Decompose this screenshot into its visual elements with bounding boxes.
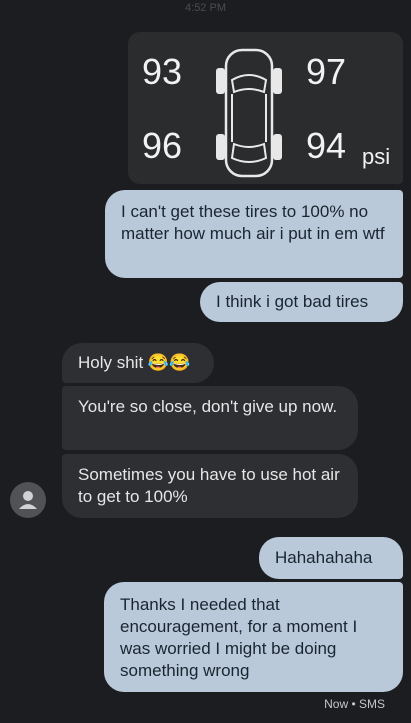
message-bubble-incoming[interactable]: Sometimes you have to use hot air to get…	[62, 454, 358, 518]
message-bubble-outgoing[interactable]: I can't get these tires to 100% no matte…	[105, 190, 403, 278]
message-bubble-incoming[interactable]: You're so close, don't give up now.	[62, 386, 358, 450]
car-topview-icon	[216, 48, 282, 178]
front-left-psi: 93	[142, 51, 183, 92]
message-bubble-outgoing[interactable]: I think i got bad tires	[200, 282, 403, 322]
rear-left-psi: 96	[142, 125, 183, 166]
message-bubble-incoming[interactable]: Holy shit 😂😂	[62, 343, 214, 383]
psi-unit: psi	[362, 144, 391, 169]
status-time: 4:52 PM	[185, 2, 226, 14]
contact-avatar[interactable]	[10, 482, 46, 518]
front-right-psi: 97	[306, 51, 347, 92]
person-icon	[19, 491, 37, 509]
rear-right-psi: 94	[306, 125, 347, 166]
message-status: Now • SMS	[324, 697, 385, 711]
message-bubble-outgoing[interactable]: Thanks I needed that encouragement, for …	[104, 582, 403, 692]
message-bubble-outgoing[interactable]: Hahahahaha	[259, 537, 403, 579]
tire-pressure-image[interactable]: 93 97 96 94 psi	[128, 32, 403, 184]
